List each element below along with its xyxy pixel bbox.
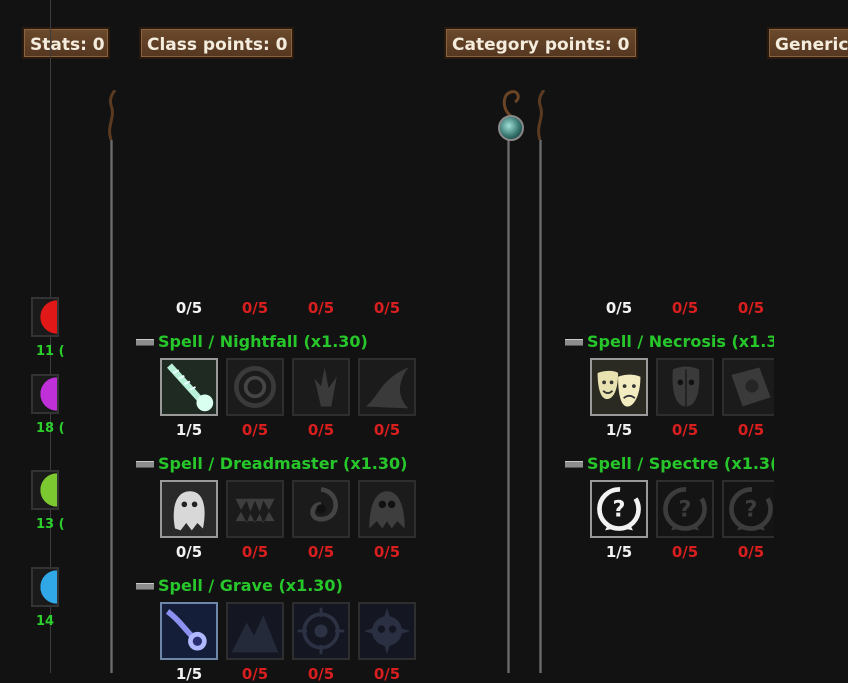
category-header[interactable]: Spell / Necrosis (x1.3 <box>565 332 774 351</box>
collapse-toggle-icon[interactable] <box>136 461 154 468</box>
category-title: Spell / Nightfall (x1.30) <box>158 332 368 351</box>
category-points-tab[interactable]: Category points: 0 <box>444 27 638 59</box>
generic-tab[interactable]: Generic <box>767 27 848 59</box>
skill-points-count: 0/5 <box>241 543 269 561</box>
svg-text:?: ? <box>745 496 758 522</box>
collapse-toggle-icon[interactable] <box>565 461 583 468</box>
class-points-tab[interactable]: Class points: 0 <box>139 27 294 59</box>
skill-level-number: 18 ( <box>36 421 65 436</box>
category-skill-column-clip: 0/5 0/5 0/5 Spell / Necrosis (x1.3 1/5 0/5 0/5… <box>560 280 774 673</box>
green-figure-icon[interactable] <box>31 470 59 510</box>
category-title: Spell / Spectre (x1.3( <box>587 454 774 473</box>
spiked-skull-icon[interactable] <box>358 602 416 660</box>
skill-points-count: 0/5 <box>737 543 765 561</box>
class-divider-pillar <box>110 140 113 673</box>
skill-points-count: 0/5 <box>241 665 269 683</box>
unknown-recycle-icon[interactable]: ? <box>722 480 774 538</box>
skill-points-count: 0/5 <box>373 421 401 439</box>
collapse-toggle-icon[interactable] <box>136 583 154 590</box>
skill-points-count: 0/5 <box>373 665 401 683</box>
category-header[interactable]: Spell / Grave (x1.30) <box>136 576 343 595</box>
category-header[interactable]: Spell / Nightfall (x1.30) <box>136 332 368 351</box>
skill-level-number: 11 ( <box>36 344 65 359</box>
category-divider-pillar <box>539 140 542 673</box>
red-emblem-icon[interactable] <box>31 297 59 337</box>
dark-vortex-icon[interactable] <box>226 358 284 416</box>
stats-tab[interactable]: Stats: 0 <box>22 27 110 59</box>
skill-points-count: 0/5 <box>671 299 699 317</box>
purple-burst-icon[interactable] <box>31 374 59 414</box>
theater-masks-icon[interactable] <box>590 358 648 416</box>
svg-text:?: ? <box>613 496 626 522</box>
center-divider-pillar <box>507 140 510 673</box>
svg-text:?: ? <box>679 496 692 522</box>
skill-level-number: 14 <box>36 614 55 629</box>
target-rune-icon[interactable] <box>292 602 350 660</box>
skill-points-count: 1/5 <box>605 421 633 439</box>
skill-points-count: 0/5 <box>307 421 335 439</box>
spirit-comet-icon[interactable] <box>160 602 218 660</box>
skill-points-count: 0/5 <box>175 299 203 317</box>
skill-points-count: 0/5 <box>605 299 633 317</box>
mountain-icon[interactable] <box>226 602 284 660</box>
category-header[interactable]: Spell / Spectre (x1.3( <box>565 454 774 473</box>
skill-points-count: 0/5 <box>373 543 401 561</box>
skill-points-count: 0/5 <box>307 543 335 561</box>
skill-points-count: 0/5 <box>737 299 765 317</box>
category-title: Spell / Grave (x1.30) <box>158 576 343 595</box>
collapse-toggle-icon[interactable] <box>136 339 154 346</box>
skill-points-count: 0/5 <box>373 299 401 317</box>
skill-points-count: 0/5 <box>737 421 765 439</box>
ghost-icon[interactable] <box>160 480 218 538</box>
skill-points-count: 1/5 <box>605 543 633 561</box>
category-title: Spell / Dreadmaster (x1.30) <box>158 454 408 473</box>
unknown-recycle-icon[interactable]: ? <box>590 480 648 538</box>
black-hole-icon[interactable] <box>292 480 350 538</box>
collapse-toggle-icon[interactable] <box>565 339 583 346</box>
skill-points-count: 0/5 <box>307 665 335 683</box>
skill-level-number: 13 ( <box>36 517 65 532</box>
category-hook-ornament <box>537 90 546 140</box>
unknown-recycle-icon[interactable]: ? <box>656 480 714 538</box>
skill-points-count: 0/5 <box>671 543 699 561</box>
skill-points-count: 0/5 <box>671 421 699 439</box>
class-hook-ornament <box>108 90 117 140</box>
shadow-bolt-icon[interactable] <box>160 358 218 416</box>
center-orb-icon <box>498 115 524 141</box>
center-hook-ornament <box>502 90 520 118</box>
skill-points-count: 0/5 <box>307 299 335 317</box>
blue-flame-icon[interactable] <box>31 567 59 607</box>
dark-mask-icon[interactable] <box>656 358 714 416</box>
shadow-burst-icon[interactable] <box>292 358 350 416</box>
skill-points-count: 1/5 <box>175 665 203 683</box>
skull-specter-icon[interactable] <box>358 480 416 538</box>
darkness-wave-icon[interactable] <box>358 358 416 416</box>
category-title: Spell / Necrosis (x1.3 <box>587 332 774 351</box>
cursed-tome-icon[interactable] <box>722 358 774 416</box>
fanged-maw-icon[interactable] <box>226 480 284 538</box>
category-header[interactable]: Spell / Dreadmaster (x1.30) <box>136 454 407 473</box>
skill-points-count: 0/5 <box>175 543 203 561</box>
skill-points-count: 1/5 <box>175 421 203 439</box>
skill-points-count: 0/5 <box>241 299 269 317</box>
skill-points-count: 0/5 <box>241 421 269 439</box>
